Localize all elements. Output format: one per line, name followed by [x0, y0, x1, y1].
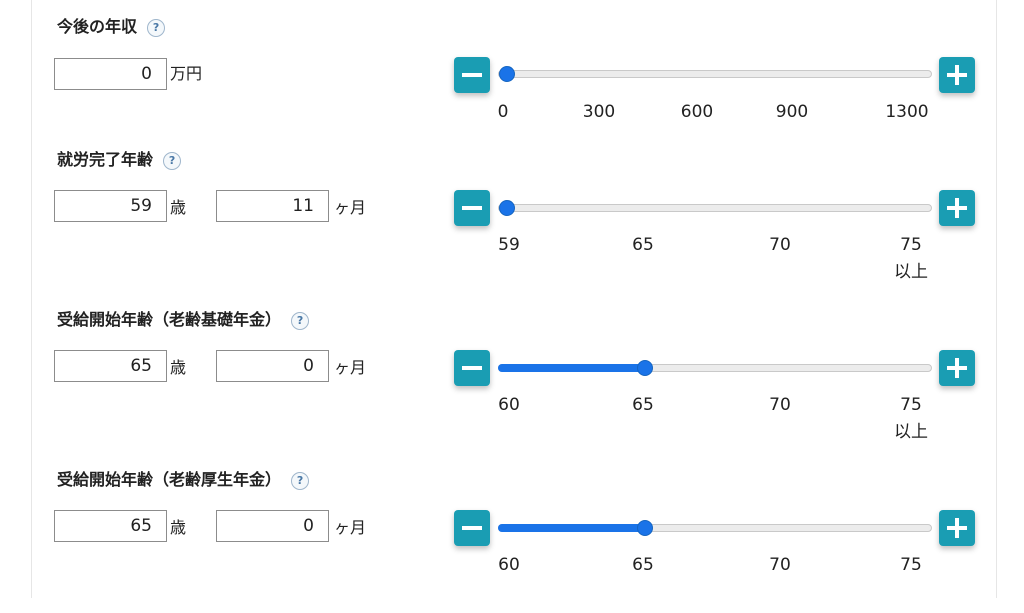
tick-label: 600 [680, 102, 714, 122]
future-income-plus-button[interactable] [939, 57, 975, 93]
work-end-age-plus-button[interactable] [939, 190, 975, 226]
future-income-unit: 万円 [170, 64, 203, 83]
employee-pension-slider-fill [498, 524, 646, 532]
basic-pension-minus-button[interactable] [454, 350, 490, 386]
tick-label: 75 [900, 235, 922, 255]
basic-pension-start-section: 受給開始年齢（老齢基礎年金）? 65 歳 0 ヶ月 60 65 70 75 以上 [0, 293, 1024, 453]
work-end-age-title: 就労完了年齢? [57, 146, 182, 170]
employee-pension-start-title: 受給開始年齢（老齢厚生年金）? [57, 466, 310, 490]
tick-label: 70 [769, 235, 791, 255]
tick-label: 59 [498, 235, 520, 255]
basic-pension-months-input[interactable]: 0 [216, 350, 329, 382]
tick-label: 300 [582, 102, 616, 122]
years-unit: 歳 [170, 518, 187, 537]
question-icon[interactable]: ? [291, 312, 310, 330]
work-end-age-slider-track[interactable] [498, 204, 932, 212]
months-unit: ヶ月 [334, 358, 367, 377]
basic-pension-slider-handle[interactable] [637, 360, 653, 376]
tick-suffix: 以上 [894, 262, 928, 282]
basic-pension-years-input[interactable]: 65 [54, 350, 167, 382]
employee-pension-years-input[interactable]: 65 [54, 510, 167, 542]
employee-pension-slider-handle[interactable] [637, 520, 653, 536]
work-end-age-months-input[interactable]: 11 [216, 190, 329, 222]
employee-pension-months-input[interactable]: 0 [216, 510, 329, 542]
future-income-slider-handle[interactable] [499, 66, 515, 82]
basic-pension-start-title: 受給開始年齢（老齢基礎年金）? [57, 306, 310, 330]
years-unit: 歳 [170, 198, 187, 217]
work-end-age-slider-handle[interactable] [499, 200, 515, 216]
basic-pension-plus-button[interactable] [939, 350, 975, 386]
work-end-age-section: 就労完了年齢? 59 歳 11 ヶ月 59 65 70 75 以上 [0, 133, 1024, 293]
future-income-title: 今後の年収? [57, 13, 166, 37]
tick-label: 75 [900, 395, 922, 415]
tick-label: 65 [632, 555, 654, 575]
years-unit: 歳 [170, 358, 187, 377]
minus-icon [462, 366, 482, 370]
tick-label: 65 [632, 395, 654, 415]
future-income-slider-track[interactable] [498, 70, 932, 78]
future-income-input[interactable]: 0 [54, 58, 167, 90]
tick-label: 60 [498, 395, 520, 415]
tick-label: 65 [632, 235, 654, 255]
tick-suffix: 以上 [894, 422, 928, 442]
tick-label: 1300 [885, 102, 929, 122]
tick-label: 900 [775, 102, 809, 122]
minus-icon [462, 526, 482, 530]
tick-label: 60 [498, 555, 520, 575]
employee-pension-minus-button[interactable] [454, 510, 490, 546]
work-end-age-years-input[interactable]: 59 [54, 190, 167, 222]
basic-pension-slider-fill [498, 364, 646, 372]
tick-label: 0 [497, 102, 509, 122]
question-icon[interactable]: ? [163, 152, 182, 170]
employee-pension-start-section: 受給開始年齢（老齢厚生年金）? 65 歳 0 ヶ月 60 65 70 75 [0, 453, 1024, 613]
employee-pension-plus-button[interactable] [939, 510, 975, 546]
tick-label: 75 [900, 555, 922, 575]
months-unit: ヶ月 [334, 198, 367, 217]
work-end-age-minus-button[interactable] [454, 190, 490, 226]
question-icon[interactable]: ? [147, 19, 166, 37]
question-icon[interactable]: ? [291, 472, 310, 490]
months-unit: ヶ月 [334, 518, 367, 537]
minus-icon [462, 73, 482, 77]
minus-icon [462, 206, 482, 210]
tick-label: 70 [769, 555, 791, 575]
future-income-minus-button[interactable] [454, 57, 490, 93]
tick-label: 70 [769, 395, 791, 415]
